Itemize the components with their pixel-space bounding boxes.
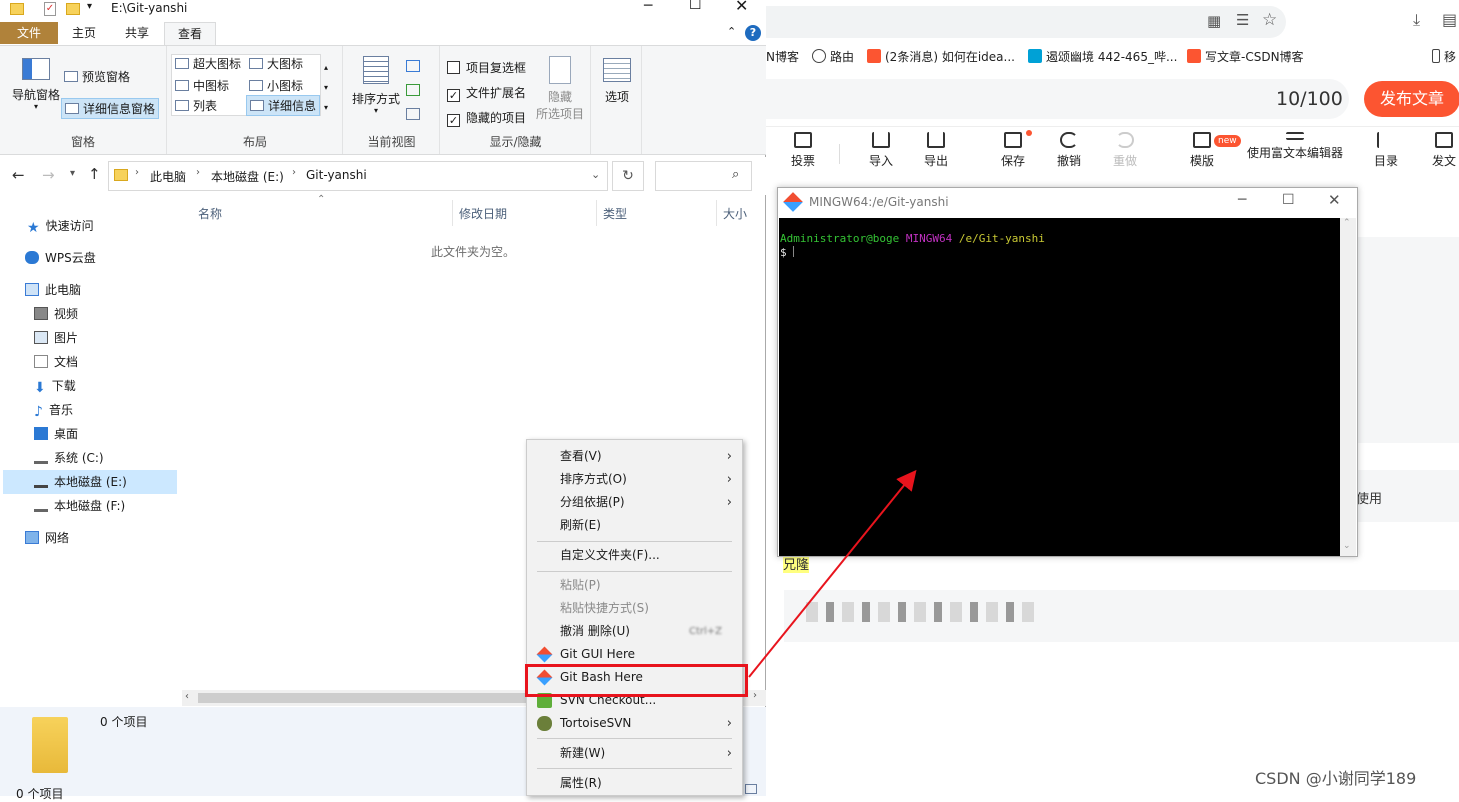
- annotation-arrow: [748, 469, 917, 678]
- watermark: CSDN @小谢同学189: [1255, 769, 1417, 788]
